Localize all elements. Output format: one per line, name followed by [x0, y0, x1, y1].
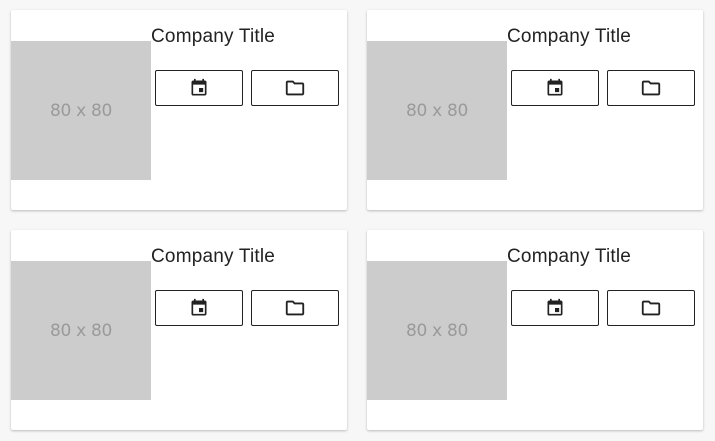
thumbnail-placeholder: 80 x 80	[367, 41, 507, 180]
thumbnail-placeholder: 80 x 80	[11, 41, 151, 180]
folder-icon	[640, 297, 662, 319]
company-card: 80 x 80 Company Title	[11, 10, 347, 210]
card-grid: 80 x 80 Company Title 80 x 80 Company Ti…	[0, 0, 715, 441]
card-actions	[155, 290, 347, 326]
card-actions	[511, 290, 703, 326]
company-title: Company Title	[507, 26, 632, 47]
card-actions	[155, 70, 347, 106]
folder-icon	[284, 77, 306, 99]
calendar-icon	[545, 78, 565, 98]
folder-icon	[284, 297, 306, 319]
thumbnail-placeholder: 80 x 80	[11, 261, 151, 400]
card-actions	[511, 70, 703, 106]
calendar-icon	[189, 298, 209, 318]
calendar-icon	[545, 298, 565, 318]
company-card: 80 x 80 Company Title	[367, 10, 703, 210]
calendar-button[interactable]	[511, 290, 599, 326]
folder-button[interactable]	[251, 70, 339, 106]
calendar-button[interactable]	[155, 70, 243, 106]
company-title: Company Title	[507, 246, 632, 267]
company-card: 80 x 80 Company Title	[11, 230, 347, 430]
company-card: 80 x 80 Company Title	[367, 230, 703, 430]
calendar-button[interactable]	[155, 290, 243, 326]
folder-button[interactable]	[607, 70, 695, 106]
thumbnail-placeholder: 80 x 80	[367, 261, 507, 400]
calendar-icon	[189, 78, 209, 98]
calendar-button[interactable]	[511, 70, 599, 106]
folder-icon	[640, 77, 662, 99]
company-title: Company Title	[151, 246, 276, 267]
folder-button[interactable]	[251, 290, 339, 326]
company-title: Company Title	[151, 26, 276, 47]
folder-button[interactable]	[607, 290, 695, 326]
